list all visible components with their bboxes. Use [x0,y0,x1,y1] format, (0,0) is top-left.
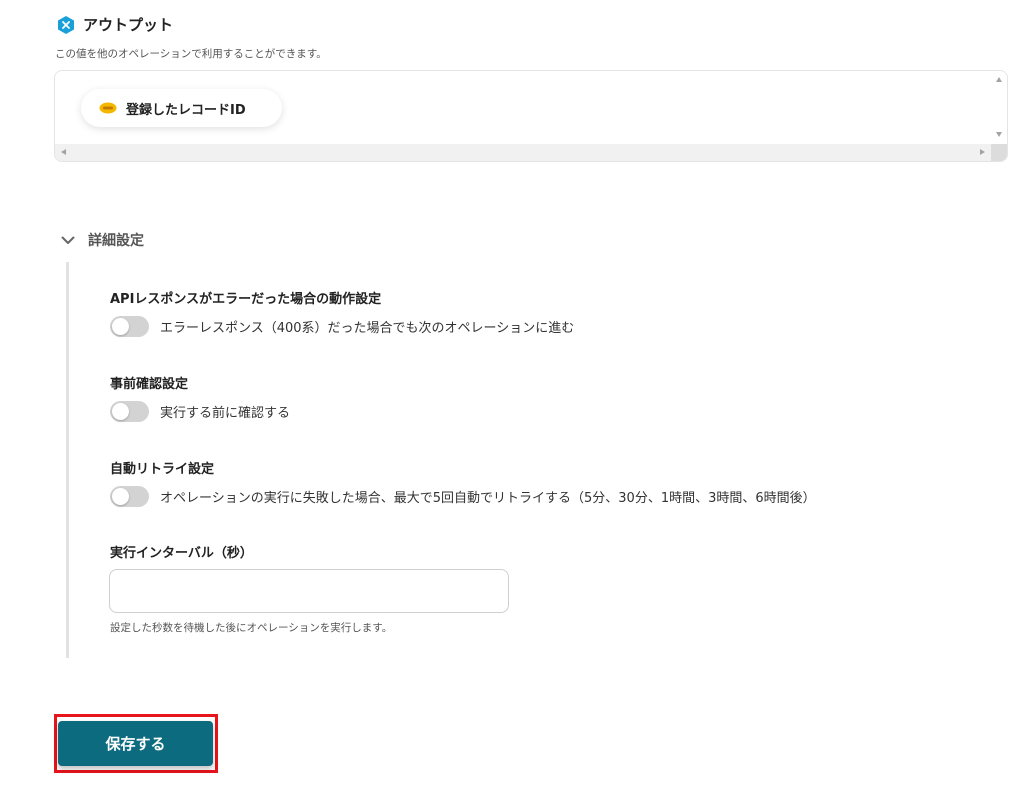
output-item-label: 登録したレコードID [126,102,246,118]
auto-retry-setting-title: 自動リトライ設定 [110,462,215,477]
scrollbar-corner [991,144,1007,161]
api-error-setting-title: APIレスポンスがエラーだった場合の動作設定 [110,292,382,307]
pre-confirm-toggle[interactable] [110,401,149,422]
api-error-toggle[interactable] [110,316,149,337]
scroll-down-arrow-icon[interactable] [996,132,1002,137]
auto-retry-toggle-label: オペレーションの実行に失敗した場合、最大で5回自動でリトライする（5分、30分、… [160,491,816,506]
interval-input[interactable] [109,569,509,613]
api-error-setting-row: エラーレスポンス（400系）だった場合でも次のオペレーションに進む [110,316,574,337]
auto-retry-toggle[interactable] [110,486,149,507]
toggle-knob [112,488,129,505]
advanced-settings-toggle[interactable]: 詳細設定 [60,230,144,250]
toggle-knob [112,318,129,335]
pre-confirm-setting-title: 事前確認設定 [110,377,189,392]
scroll-left-arrow-icon[interactable] [61,149,66,155]
output-list[interactable]: 登録したレコードID [54,70,1008,162]
auto-retry-setting-row: オペレーションの実行に失敗した場合、最大で5回自動でリトライする（5分、30分、… [110,486,816,507]
interval-help-text: 設定した秒数を待機した後にオペレーションを実行します。 [110,622,393,634]
api-error-toggle-label: エラーレスポンス（400系）だった場合でも次のオペレーションに進む [160,321,575,336]
horizontal-scrollbar[interactable] [55,144,991,161]
chevron-down-icon [61,236,75,244]
pre-confirm-setting-row: 実行する前に確認する [110,401,290,422]
output-title: アウトプット [83,16,174,34]
output-description: この値を他のオペレーションで利用することができます。 [55,48,327,60]
interval-setting-title: 実行インターバル（秒） [110,546,253,561]
output-header: アウトプット [56,14,173,35]
output-item-chip[interactable]: 登録したレコードID [81,89,282,127]
pre-confirm-toggle-label: 実行する前に確認する [160,406,291,421]
advanced-settings-label: 詳細設定 [88,233,144,249]
output-icon [58,15,74,34]
toggle-knob [112,403,129,420]
scroll-right-arrow-icon[interactable] [980,149,985,155]
scroll-up-arrow-icon[interactable] [996,77,1002,82]
advanced-settings-divider [66,262,69,658]
vertical-scrollbar[interactable] [991,71,1007,145]
save-button[interactable]: 保存する [58,721,213,766]
database-icon [99,102,117,114]
